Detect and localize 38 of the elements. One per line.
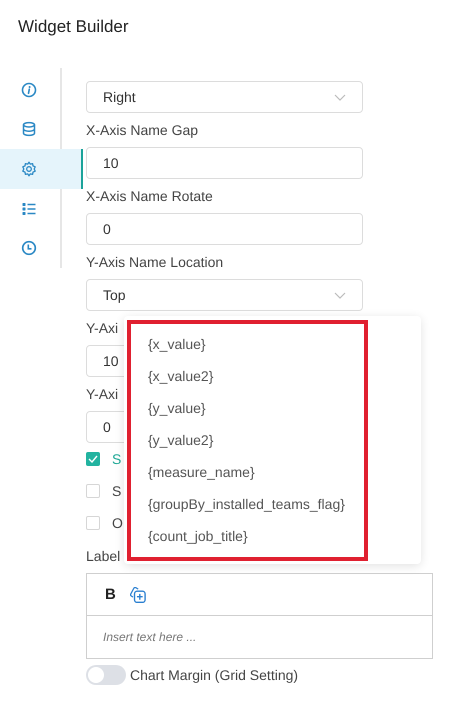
checkbox-label: O [112, 515, 123, 531]
insert-variable-button[interactable] [128, 584, 148, 604]
field-label: X-Axis Name Gap [86, 121, 198, 139]
field-label: Y-Axi [86, 385, 118, 403]
menu-item[interactable]: {x_value} [124, 328, 206, 360]
list-icon [21, 200, 37, 217]
field-label: Y-Axi [86, 319, 118, 337]
checkbox[interactable] [86, 484, 100, 498]
select-field[interactable]: Right [86, 81, 363, 113]
sidebar-tab[interactable] [0, 149, 83, 189]
checkbox[interactable] [86, 452, 100, 466]
settings-icon [21, 160, 37, 177]
toggle-switch[interactable] [86, 665, 126, 685]
window-title: Widget Builder [18, 17, 129, 36]
input-field[interactable]: 0 [86, 213, 363, 245]
checkbox[interactable] [86, 516, 100, 530]
menu-item[interactable]: {count_job_title} [124, 520, 248, 552]
menu-item[interactable]: {y_value2} [124, 424, 214, 456]
chevron-down-icon [334, 94, 346, 100]
checkbox-label: S [112, 451, 122, 467]
input-field[interactable]: 10 [86, 147, 363, 179]
field-label: X-Axis Name Rotate [86, 187, 213, 205]
add-copy-icon [130, 586, 146, 602]
menu-item[interactable]: {groupBy_installed_teams_flag} [124, 488, 345, 520]
select-field[interactable]: Top [86, 279, 363, 311]
clock-icon [21, 240, 37, 256]
database-icon [21, 121, 37, 138]
menu-item[interactable]: {measure_name} [124, 456, 255, 488]
field-label: Y-Axis Name Location [86, 253, 224, 271]
menu-item[interactable]: {y_value} [124, 392, 206, 424]
text-editor-field[interactable]: Insert text here ... [87, 616, 432, 658]
info-icon [21, 82, 37, 98]
toggle-label: Chart Margin (Grid Setting) [130, 667, 298, 683]
bold-button[interactable]: B [101, 584, 120, 605]
chevron-down-icon [334, 292, 346, 298]
field-label: Label [86, 547, 120, 565]
menu-item[interactable]: {x_value2} [124, 360, 214, 392]
checkbox-label: S [112, 483, 122, 499]
